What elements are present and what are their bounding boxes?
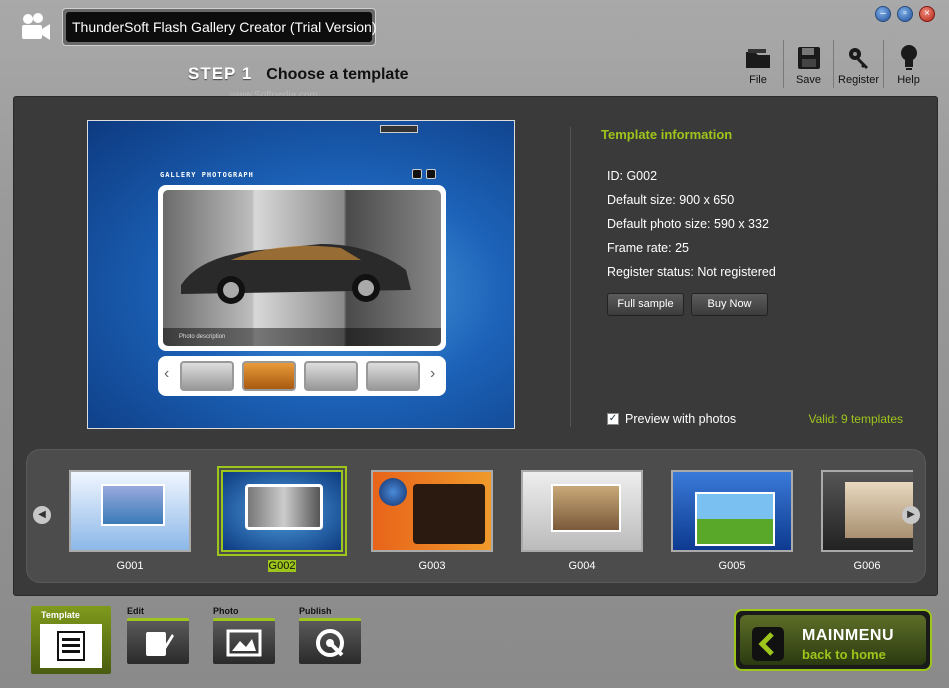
preview-photo: Photo description xyxy=(163,190,441,346)
edit-icon xyxy=(146,631,174,656)
template-item-g006[interactable]: G006 xyxy=(821,470,913,572)
camera-logo-icon xyxy=(22,13,50,40)
info-id: ID: G002 xyxy=(607,169,658,183)
tab-publish-box xyxy=(299,618,361,664)
info-default-size: Default size: 900 x 650 xyxy=(607,193,735,207)
tab-publish-label: Publish xyxy=(299,606,332,616)
carousel-prev-button[interactable]: ◀ xyxy=(33,506,51,524)
template-name: G003 xyxy=(418,560,446,572)
template-item-g003[interactable]: G003 xyxy=(371,470,493,572)
tab-edit-label: Edit xyxy=(127,606,144,616)
info-register-status: Register status: Not registered xyxy=(607,265,776,279)
lightbulb-icon xyxy=(900,45,917,70)
preview-badge xyxy=(380,125,418,133)
template-thumb xyxy=(821,470,913,552)
back-arrow-icon xyxy=(752,627,784,661)
strip-thumb xyxy=(242,361,296,391)
tab-publish[interactable]: Publish xyxy=(299,606,361,664)
preview-with-photos-checkbox[interactable]: ✓ Preview with photos xyxy=(607,412,736,426)
register-label: Register xyxy=(838,74,879,86)
info-frame-rate: Frame rate: 25 xyxy=(607,241,689,255)
register-button[interactable]: Register xyxy=(833,40,883,88)
toolbar: File Save Register Help xyxy=(733,40,933,88)
file-label: File xyxy=(749,74,767,86)
step-heading: STEP 1 Choose a template xyxy=(188,64,409,84)
carousel-next-button[interactable]: ▶ xyxy=(902,506,920,524)
tab-photo-label: Photo xyxy=(213,606,239,616)
template-item-g005[interactable]: G005 xyxy=(671,470,793,572)
template-thumb xyxy=(371,470,493,552)
template-item-g004[interactable]: G004 xyxy=(521,470,643,572)
preview-with-photos-label: Preview with photos xyxy=(625,412,737,426)
save-button[interactable]: Save xyxy=(783,40,833,88)
template-preview: GALLERY PHOTOGRAPH Photo description ‹ › xyxy=(87,120,515,429)
mainmenu-title: MAINMENU xyxy=(802,627,894,644)
tab-template-label: Template xyxy=(41,610,80,620)
app-window: ThunderSoft Flash Gallery Creator (Trial… xyxy=(0,0,949,688)
tab-edit-box xyxy=(127,618,189,664)
title-bar: ThunderSoft Flash Gallery Creator (Trial… xyxy=(62,8,376,46)
photo-icon xyxy=(226,629,262,656)
checkbox-icon[interactable]: ✓ xyxy=(607,413,619,425)
template-name: G005 xyxy=(718,560,746,572)
template-name: G004 xyxy=(568,560,596,572)
template-name: G002 xyxy=(267,560,297,572)
template-item-g002[interactable]: G002 xyxy=(217,466,347,572)
main-panel: GALLERY PHOTOGRAPH Photo description ‹ ›… xyxy=(13,96,938,596)
strip-thumb xyxy=(304,361,358,391)
mainmenu-subtitle: back to home xyxy=(802,647,886,662)
preview-thumb-strip: ‹ › xyxy=(158,356,446,396)
strip-prev-icon: ‹ xyxy=(164,365,170,382)
full-sample-button[interactable]: Full sample xyxy=(607,293,684,316)
help-label: Help xyxy=(897,74,920,86)
floppy-icon xyxy=(797,47,820,69)
template-name: G001 xyxy=(116,560,144,572)
valid-templates-count: Valid: 9 templates xyxy=(808,412,904,426)
template-thumb xyxy=(671,470,793,552)
tab-photo-box xyxy=(213,618,275,664)
template-thumb xyxy=(217,466,347,556)
maximize-button[interactable]: ▫ xyxy=(897,6,913,22)
template-carousel: ◀ G001 G002 G003 G004 G005 G006 ▶ xyxy=(26,449,926,583)
minimize-button[interactable]: – xyxy=(875,6,891,22)
buy-now-button[interactable]: Buy Now xyxy=(691,293,768,316)
panel-divider xyxy=(570,127,571,427)
window-title: ThunderSoft Flash Gallery Creator (Trial… xyxy=(66,12,376,42)
file-button[interactable]: File xyxy=(733,40,783,88)
step-label: Choose a template xyxy=(266,66,409,83)
window-controls: – ▫ × xyxy=(875,6,935,22)
key-icon xyxy=(848,48,868,69)
tab-edit[interactable]: Edit xyxy=(127,606,189,664)
template-name: G006 xyxy=(853,560,881,572)
pause-icon xyxy=(412,169,422,179)
strip-next-icon: › xyxy=(430,365,436,382)
template-thumb xyxy=(69,470,191,552)
publish-icon xyxy=(316,628,344,657)
template-icon xyxy=(40,624,102,668)
mainmenu-inner: MAINMENU back to home xyxy=(740,615,926,665)
folder-icon xyxy=(746,49,770,68)
gallery-title: GALLERY PHOTOGRAPH xyxy=(160,171,254,179)
tab-photo[interactable]: Photo xyxy=(213,606,275,664)
strip-thumb xyxy=(180,361,234,391)
tab-template[interactable]: Template xyxy=(31,606,111,674)
mainmenu-button[interactable]: MAINMENU back to home xyxy=(734,609,932,671)
template-thumb xyxy=(521,470,643,552)
info-title: Template information xyxy=(601,127,733,142)
preview-photo-frame: Photo description xyxy=(158,185,446,351)
photo-description: Photo description xyxy=(163,328,441,346)
step-number: STEP 1 xyxy=(188,64,253,83)
info-photo-size: Default photo size: 590 x 332 xyxy=(607,217,769,231)
template-item-g001[interactable]: G001 xyxy=(69,470,191,572)
help-button[interactable]: Help xyxy=(883,40,933,88)
save-label: Save xyxy=(795,74,822,86)
car-image xyxy=(181,244,411,304)
close-button[interactable]: × xyxy=(919,6,935,22)
strip-thumb xyxy=(366,361,420,391)
sound-icon xyxy=(426,169,436,179)
template-info: ID: G002 Default size: 900 x 650 Default… xyxy=(607,169,776,289)
